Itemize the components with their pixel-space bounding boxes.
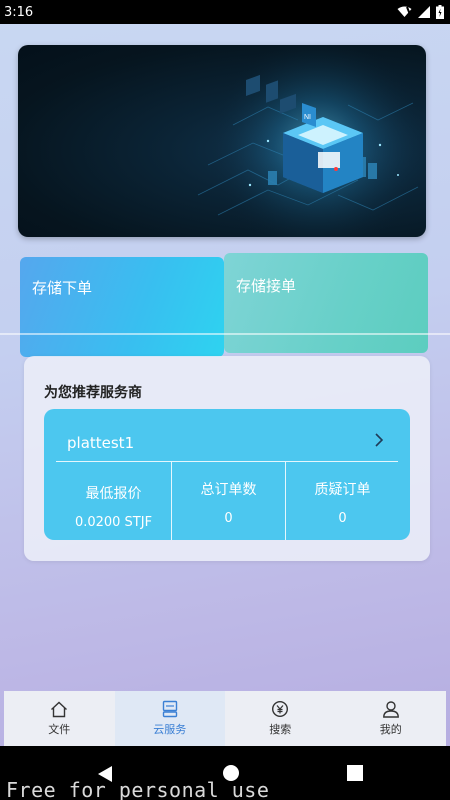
nav-label: 我的	[379, 723, 402, 736]
cloud-server-icon	[162, 700, 177, 718]
stat-value: 0.0200 STJF	[74, 515, 153, 530]
nav-label: 云服务	[153, 723, 187, 736]
stat-value: 0	[338, 511, 347, 526]
yuan-search-icon	[272, 700, 289, 718]
signal-icon	[418, 6, 430, 18]
chevron-right-icon[interactable]	[374, 433, 384, 447]
stat-total-orders: 总订单数 0	[171, 462, 285, 540]
nav-item-files[interactable]: 文件	[4, 691, 115, 746]
banner-image[interactable]: NI	[18, 45, 426, 237]
nav-item-cloud-service[interactable]: 云服务	[114, 691, 225, 746]
nav-label: 文件	[48, 722, 71, 736]
provider-card[interactable]: plattest1 最低报价 0.0200 STJF 总订单数 0 质疑订单 0	[44, 409, 410, 540]
recommend-title: 为您推荐服务商	[44, 385, 142, 401]
chip-label: NI	[304, 114, 311, 121]
provider-name: plattest1	[67, 434, 135, 452]
status-icons	[397, 5, 444, 19]
status-time: 3:16	[4, 4, 34, 20]
storage-order-label: 存储下单	[32, 279, 93, 297]
nav-item-mine[interactable]: 我的	[336, 691, 447, 746]
storage-take-card[interactable]: 存储接单	[224, 253, 428, 353]
recent-apps-icon[interactable]	[347, 765, 363, 781]
stat-label: 最低报价	[85, 486, 142, 502]
stat-label: 总订单数	[200, 482, 257, 498]
stat-min-price: 最低报价 0.0200 STJF	[56, 462, 171, 540]
nav-item-search[interactable]: 搜索	[225, 691, 336, 746]
stat-disputed-orders: 质疑订单 0	[285, 462, 399, 540]
home-icon	[51, 701, 68, 717]
battery-icon	[436, 5, 444, 19]
nav-label: 搜索	[269, 723, 292, 736]
wifi-icon	[397, 6, 412, 18]
stat-label: 质疑订单	[314, 482, 371, 498]
user-icon	[382, 701, 399, 718]
stat-value: 0	[224, 511, 233, 526]
storage-take-label: 存储接单	[236, 277, 297, 295]
storage-order-card[interactable]: 存储下单	[20, 257, 224, 357]
bottom-nav: 文件 云服务 搜索 我的	[4, 691, 446, 746]
watermark-text: Free for personal use	[6, 778, 270, 800]
circuit-chip-illustration: NI	[197, 45, 426, 237]
glare-divider	[0, 333, 450, 335]
status-bar: 3:16	[0, 0, 450, 24]
recommend-panel: 为您推荐服务商 plattest1 最低报价 0.0200 STJF 总订单数 …	[24, 356, 430, 561]
